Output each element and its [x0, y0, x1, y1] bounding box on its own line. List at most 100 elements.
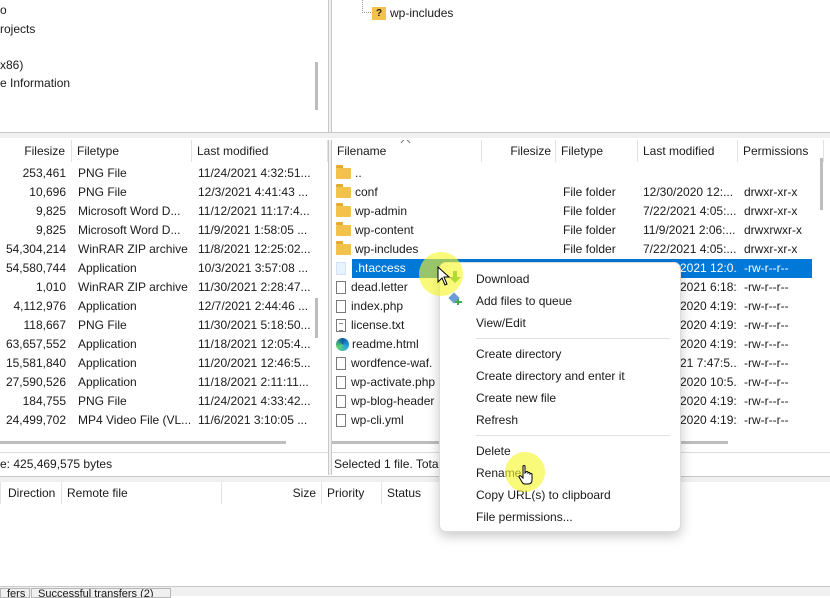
table-row[interactable]: 1,010 WinRAR ZIP archive 11/30/2021 2:28:4…	[0, 278, 310, 297]
horizontal-splitter[interactable]	[0, 132, 830, 138]
menu-item-view-edit[interactable]: View/Edit	[476, 313, 526, 333]
menu-item-create-directory[interactable]: Create directory	[476, 344, 561, 364]
column-header-filename[interactable]: Filename	[332, 140, 482, 162]
table-row[interactable]: 10,696 PNG File 12/3/2021 4:41:43 ...	[0, 183, 310, 202]
menu-item-download[interactable]: Download	[476, 269, 529, 289]
menu-item-copy-url[interactable]: Copy URL(s) to clipboard	[476, 485, 611, 505]
cell-filetype: File folder	[563, 223, 616, 237]
transfer-queue[interactable]: Direction Remote file Size Priority Stat…	[0, 482, 830, 586]
cell-filesize: 253,461	[22, 166, 66, 180]
remote-directory-tree[interactable]: ? wp-includes	[332, 0, 830, 132]
cell-filetype: PNG File	[78, 318, 127, 332]
folder-icon	[336, 222, 351, 237]
column-header-filetype[interactable]: Filetype	[556, 140, 638, 162]
table-row[interactable]: 27,590,526 Application 11/18/2021 2:11:11.…	[0, 373, 310, 392]
table-row[interactable]: 9,825 Microsoft Word D... 11/12/2021 11:17…	[0, 202, 310, 221]
cell-permissions: -rw-r--r--	[744, 394, 789, 408]
local-list-vertical-scrollbar[interactable]	[315, 298, 318, 338]
file-icon	[336, 262, 346, 276]
tree-item-wp-includes[interactable]: ? wp-includes	[372, 4, 453, 22]
column-header-filesize[interactable]: Filesize	[0, 140, 72, 162]
table-row[interactable]: wp-content File folder 11/9/2021 2:06:... d…	[332, 221, 814, 240]
local-list-horizontal-scrollbar[interactable]	[0, 441, 286, 444]
cell-last-modified: 11/24/2021 4:32:51...	[198, 166, 310, 180]
table-row[interactable]: 9,825 Microsoft Word D... 11/9/2021 1:58:0…	[0, 221, 310, 240]
table-row[interactable]: 253,461 PNG File 11/24/2021 4:32:51...	[0, 164, 310, 183]
remote-list-vertical-scrollbar[interactable]	[820, 158, 823, 210]
column-header-last-modified[interactable]: Last modified	[638, 140, 738, 162]
cell-filetype: PNG File	[78, 394, 127, 408]
remote-list-header: Filename Filesize Filetype Last modified…	[332, 140, 830, 162]
table-row[interactable]: 63,657,552 Application 11/18/2021 12:05:4.…	[0, 335, 310, 354]
cell-last-modified: 21 7:47:5...	[680, 356, 738, 370]
file-icon	[336, 357, 346, 371]
tab-successful-transfers[interactable]: Successful transfers (2)	[31, 588, 171, 598]
cell-filename: wp-includes	[355, 242, 419, 256]
file-icon	[336, 395, 346, 409]
cell-last-modified: 2020 10:5...	[680, 375, 738, 389]
column-header-remote-file[interactable]: Remote file	[62, 482, 222, 504]
tab-failed-transfers[interactable]: fers	[0, 588, 30, 598]
column-header-size[interactable]: Size	[222, 482, 322, 504]
cell-filename: wp-activate.php	[351, 375, 436, 389]
cell-filesize: 10,696	[29, 185, 66, 199]
tree-scrollbar[interactable]	[315, 62, 318, 110]
table-row[interactable]: 24,499,702 MP4 Video File (VL... 11/6/2021…	[0, 411, 310, 430]
cell-filename: wp-cli.yml	[351, 413, 404, 427]
menu-separator	[476, 435, 670, 436]
table-row[interactable]: conf File folder 12/30/2020 12:... drwxr-xr…	[332, 183, 814, 202]
cell-filesize: 54,580,744	[5, 261, 66, 275]
table-row[interactable]: 15,581,840 Application 11/20/2021 12:46:5.…	[0, 354, 310, 373]
column-header-filetype[interactable]: Filetype	[72, 140, 192, 162]
file-icon	[336, 414, 346, 428]
cell-filesize: 184,755	[22, 394, 66, 408]
cell-filesize: 27,590,526	[5, 375, 66, 389]
table-row[interactable]: 4,112,976 Application 12/7/2021 2:44:46 ..…	[0, 297, 310, 316]
tree-item[interactable]: rojects	[0, 22, 35, 36]
column-header-priority[interactable]: Priority	[322, 482, 382, 504]
cell-permissions: drwxr-xr-x	[744, 204, 798, 218]
column-header-direction[interactable]: Direction	[0, 482, 62, 504]
cell-filename: ..	[355, 166, 362, 180]
tree-item[interactable]: e Information	[0, 76, 70, 90]
queue-header: Direction Remote file Size Priority Stat…	[0, 482, 830, 504]
cell-filetype: Application	[78, 261, 137, 275]
cell-last-modified: 11/30/2021 2:28:47...	[198, 280, 310, 294]
cell-last-modified: 11/8/2021 12:25:02...	[198, 242, 310, 256]
local-file-list[interactable]: Filesize Filetype Last modified 253,461 P…	[0, 140, 328, 452]
table-row[interactable]: 54,304,214 WinRAR ZIP archive 11/8/2021 12…	[0, 240, 310, 259]
cell-filetype: Microsoft Word D...	[78, 223, 181, 237]
table-row[interactable]: 118,667 PNG File 11/30/2021 5:18:50...	[0, 316, 311, 335]
folder-icon	[336, 184, 351, 199]
table-row[interactable]: wp-includes File folder 7/22/2021 4:05:...…	[332, 240, 814, 259]
tree-item[interactable]: o	[0, 3, 7, 17]
cell-last-modified: 11/20/2021 12:46:5...	[198, 356, 310, 370]
cell-filename: readme.html	[352, 337, 419, 351]
tree-item[interactable]: x86)	[0, 58, 23, 72]
unknown-folder-icon: ?	[372, 7, 386, 21]
menu-item-file-permissions[interactable]: File permissions...	[476, 507, 573, 527]
table-row[interactable]: 184,755 PNG File 11/24/2021 4:33:42...	[0, 392, 310, 411]
menu-item-create-new-file[interactable]: Create new file	[476, 388, 556, 408]
cell-filesize: 15,581,840	[5, 356, 66, 370]
cell-last-modified: 11/12/2021 11:17:4...	[198, 204, 310, 218]
column-header-filesize[interactable]: Filesize	[482, 140, 556, 162]
file-icon	[336, 300, 346, 314]
cell-last-modified: 11/6/2021 3:10:05 ...	[198, 413, 308, 427]
table-row[interactable]: ..	[332, 164, 814, 183]
menu-item-add-files-to-queue[interactable]: Add files to queue	[476, 291, 572, 311]
cell-filetype: File folder	[563, 204, 616, 218]
menu-item-create-directory-and-enter[interactable]: Create directory and enter it	[476, 366, 625, 386]
column-header-last-modified[interactable]: Last modified	[192, 140, 328, 162]
menu-item-delete[interactable]: Delete	[476, 441, 511, 461]
menu-item-refresh[interactable]: Refresh	[476, 410, 518, 430]
local-directory-tree[interactable]: o rojects x86) e Information	[0, 0, 328, 132]
cell-permissions: -rw-r--r--	[744, 318, 789, 332]
add-to-queue-icon	[448, 292, 463, 307]
table-row[interactable]: 54,580,744 Application 10/3/2021 3:57:08 .…	[0, 259, 310, 278]
column-header-permissions[interactable]: Permissions	[738, 140, 824, 162]
table-row[interactable]: wp-admin File folder 7/22/2021 4:05:... drw…	[332, 202, 814, 221]
cell-permissions: -rw-r--r--	[744, 337, 789, 351]
folder-icon	[336, 241, 351, 256]
cell-filename: .htaccess	[355, 261, 406, 275]
